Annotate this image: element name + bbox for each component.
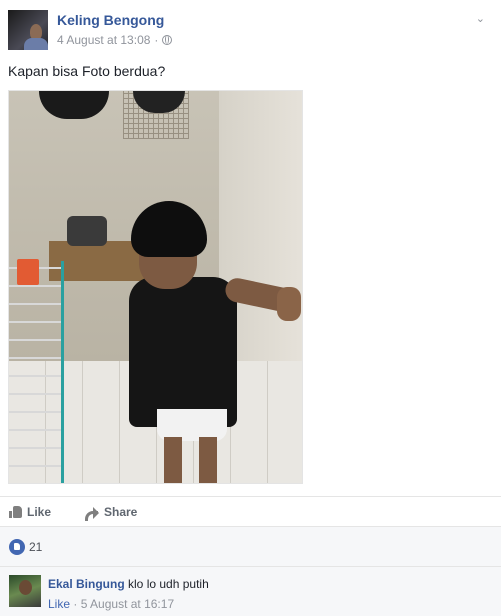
comment-author-name[interactable]: Ekal Bingung [48,577,125,591]
photo-bucket [17,259,39,285]
like-count[interactable]: 21 [29,540,42,554]
thumbs-up-icon [9,506,22,518]
photo-person-leg [199,437,217,483]
post-actions-bar: Like Share [0,496,501,527]
reactions-summary: 21 [0,527,501,567]
globe-icon [162,35,173,45]
meta-separator: · [154,33,159,47]
comment-text: klo lo udh putih [128,577,209,591]
post-timestamp[interactable]: 4 August at 13:08 [57,33,150,47]
like-button-label: Like [27,505,52,519]
share-button[interactable]: Share [85,505,138,521]
chevron-down-icon[interactable]: ⌄ [476,12,485,25]
photo-person-shirt [129,277,237,427]
comments-section: Ekal Bingung klo lo udh putih Like · 5 A… [0,567,501,616]
commenter-avatar[interactable] [9,575,41,607]
post-author-name[interactable]: Keling Bengong [57,12,164,28]
like-button[interactable]: Like [9,505,51,519]
post-header: Keling Bengong 4 August at 13:08 · ⌄ [8,8,493,50]
comment-like-link[interactable]: Like [48,597,70,611]
comment-meta-separator: · [73,597,78,611]
post-meta: 4 August at 13:08 · [57,33,173,47]
comment-meta: Like · 5 August at 16:17 [48,597,174,611]
author-avatar[interactable] [8,10,48,50]
photo-person-leg [164,437,182,483]
post-photo[interactable] [8,90,303,484]
share-arrow-icon [85,506,99,521]
comment-body: Ekal Bingung klo lo udh putih [48,577,209,591]
share-button-label: Share [104,505,138,519]
commenter-avatar-head [19,580,32,595]
post-text: Kapan bisa Foto berdua? [8,63,166,79]
photo-shelf [9,261,64,483]
avatar-shirt [24,38,48,50]
photo-person-hand [277,287,301,321]
like-reaction-icon[interactable] [9,539,25,555]
comment-timestamp[interactable]: 5 August at 16:17 [81,597,174,611]
photo-stove [67,216,107,246]
